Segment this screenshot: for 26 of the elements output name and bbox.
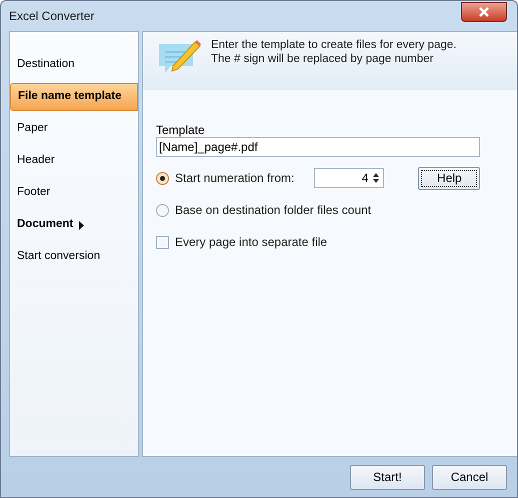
expand-arrow-icon xyxy=(79,220,84,230)
spinner-arrows-icon xyxy=(373,172,380,184)
template-label: Template xyxy=(156,123,206,137)
window-title: Excel Converter xyxy=(9,8,94,25)
radio-button[interactable] xyxy=(156,204,169,216)
close-button[interactable] xyxy=(461,2,507,22)
header-text: The # sign will be replaced by page number xyxy=(211,52,434,66)
sidebar-item[interactable]: Footer xyxy=(10,179,138,207)
radio-button[interactable] xyxy=(156,172,169,184)
option-label: Base on destination folder files count xyxy=(175,202,372,219)
option-label: Every page into separate file xyxy=(175,234,328,251)
sidebar-item[interactable]: Document xyxy=(10,211,138,239)
close-icon xyxy=(478,7,490,17)
template-field[interactable]: [Name]_page#.pdf xyxy=(156,137,480,157)
dialog-button[interactable]: Start! xyxy=(350,464,425,490)
option-label: Start numeration from: xyxy=(175,170,294,187)
sidebar-item[interactable]: Start conversion xyxy=(10,243,138,271)
checkbox[interactable] xyxy=(156,236,169,248)
header-text: Enter the template to create files for every page. xyxy=(211,38,456,52)
sidebar-item[interactable]: Header xyxy=(10,147,138,175)
number-spinner[interactable]: 4 xyxy=(314,168,384,188)
sidebar-item[interactable]: Destination xyxy=(10,51,138,79)
sidebar-item[interactable]: Paper xyxy=(10,115,138,143)
help-button[interactable]: Help xyxy=(418,166,480,190)
sidebar-item[interactable]: File name template xyxy=(10,83,138,111)
dialog-button[interactable]: Cancel xyxy=(432,464,507,490)
